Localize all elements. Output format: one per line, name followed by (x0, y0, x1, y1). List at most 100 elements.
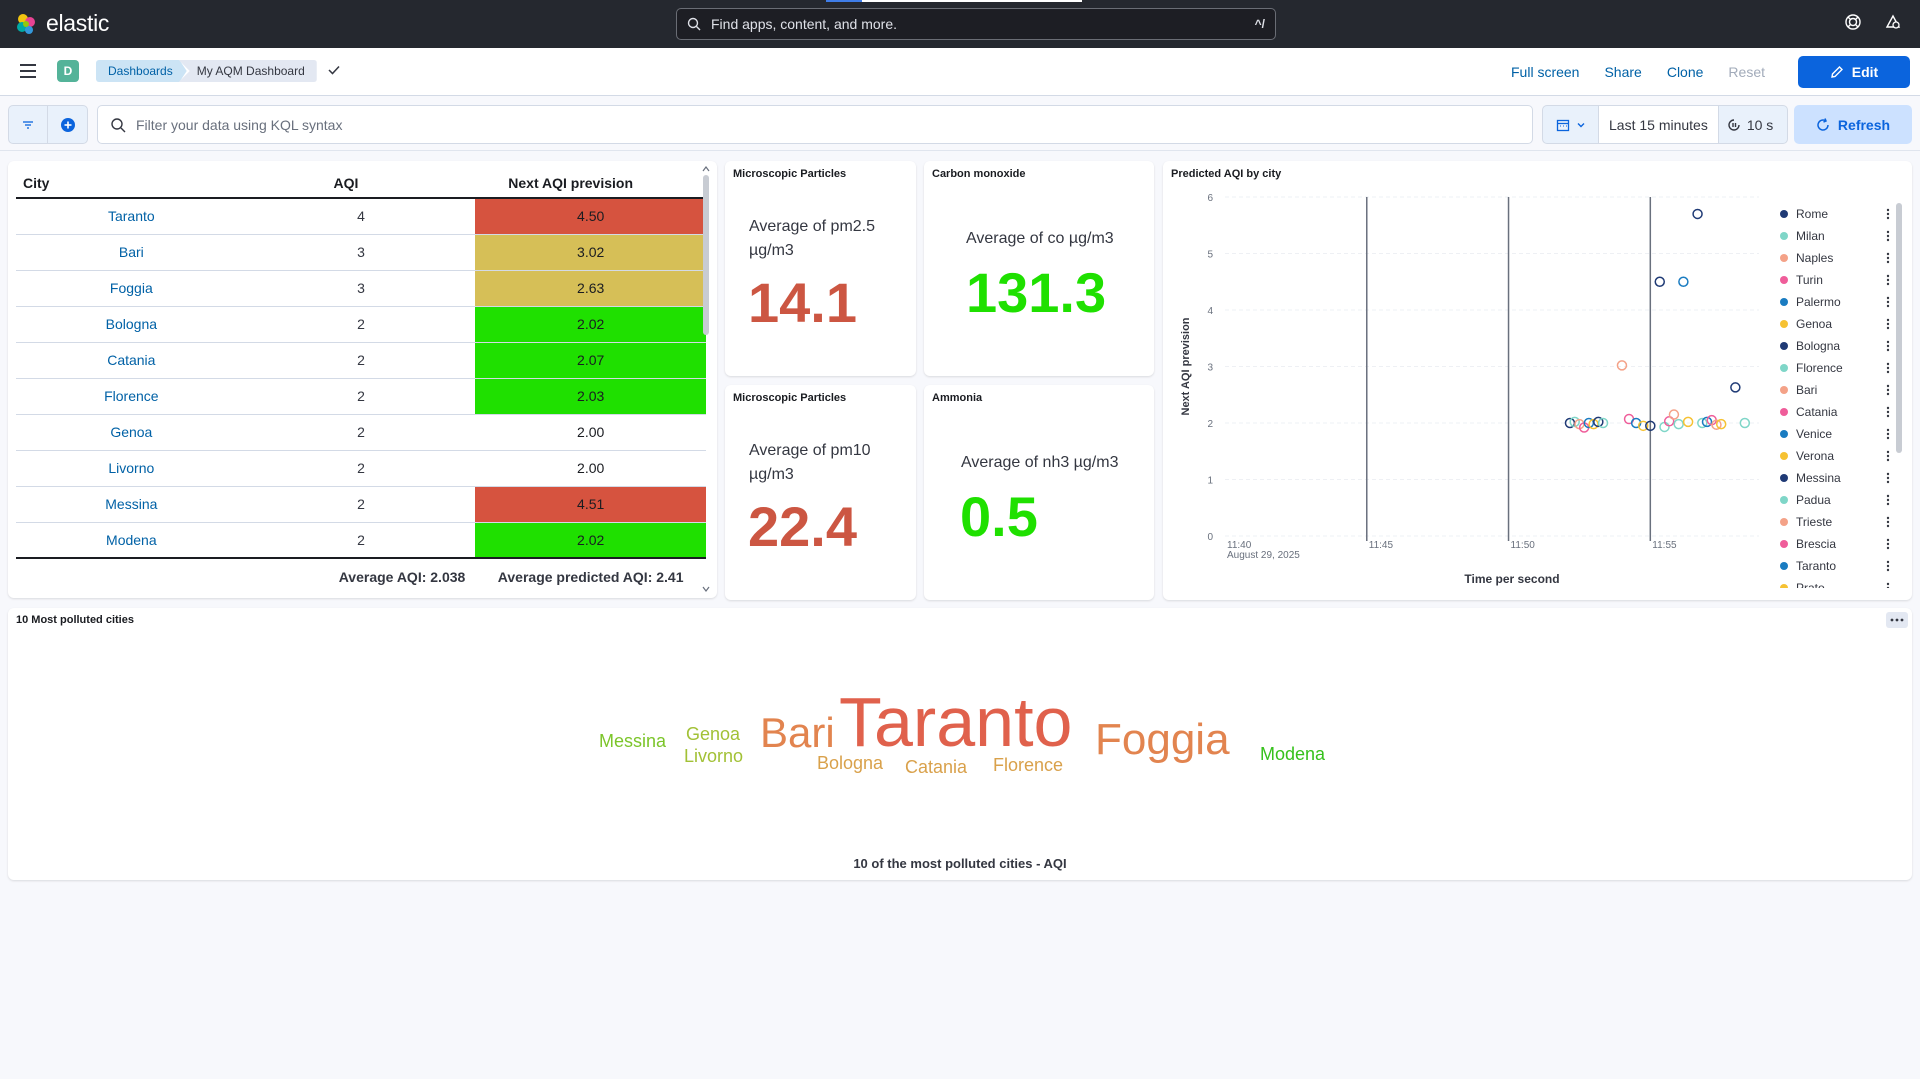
legend-item[interactable]: Prato (1780, 577, 1890, 588)
refresh-interval[interactable]: 10 s (1719, 117, 1781, 133)
scatter-point (1616, 360, 1628, 371)
time-range-display[interactable]: Last 15 minutes (1599, 106, 1719, 143)
legend-item[interactable]: Florence (1780, 357, 1890, 379)
legend-options-icon[interactable] (1886, 494, 1890, 506)
legend-item[interactable]: Bologna (1780, 335, 1890, 357)
legend-options-icon[interactable] (1886, 472, 1890, 484)
legend-options-icon[interactable] (1886, 450, 1890, 462)
legend-item[interactable]: Taranto (1780, 555, 1890, 577)
scatter-panel: Predicted AQI by city 0 1 2 3 4 5 6 11:40 11:45 1… (1163, 161, 1912, 600)
cloud-word[interactable]: Bologna (817, 754, 883, 772)
legend-label: Milan (1796, 229, 1825, 243)
legend-item[interactable]: Bari (1780, 379, 1890, 401)
legend-item[interactable]: Verona (1780, 445, 1890, 467)
breadcrumb-dashboards[interactable]: Dashboards (96, 60, 187, 82)
legend-options-icon[interactable] (1886, 296, 1890, 308)
newsfeed-icon[interactable] (1884, 13, 1902, 31)
metric-value: 14.1 (748, 271, 857, 334)
refresh-button[interactable]: Refresh (1794, 105, 1912, 144)
legend-options-icon[interactable] (1886, 208, 1890, 220)
city-link[interactable]: Messina (16, 486, 247, 523)
legend-item[interactable]: Venice (1780, 423, 1890, 445)
legend-options-icon[interactable] (1886, 362, 1890, 374)
legend-item[interactable]: Brescia (1780, 533, 1890, 555)
average-predicted-aqi: Average predicted AQI: 2.41 (475, 557, 706, 594)
legend-options-icon[interactable] (1886, 340, 1890, 352)
plus-circle-icon (60, 117, 75, 132)
scroll-down-icon[interactable] (702, 586, 710, 592)
city-link[interactable]: Taranto (16, 198, 247, 235)
legend-options-icon[interactable] (1886, 318, 1890, 330)
cloud-word[interactable]: Florence (993, 756, 1063, 774)
city-link[interactable]: Livorno (16, 450, 247, 487)
legend-options-icon[interactable] (1886, 582, 1890, 588)
global-search-input[interactable]: Find apps, content, and more. ^/ (676, 8, 1276, 40)
cloud-word[interactable]: Messina (599, 732, 666, 750)
column-header-aqi[interactable]: AQI (246, 168, 476, 199)
full-screen-button[interactable]: Full screen (1511, 64, 1579, 80)
metric-panel-pm10: Microscopic Particles Average of pm10 µg… (725, 385, 916, 600)
edit-button[interactable]: Edit (1798, 56, 1910, 88)
legend-dot-icon (1780, 496, 1788, 504)
quick-select-button[interactable] (1543, 106, 1599, 143)
legend-item[interactable]: Genoa (1780, 313, 1890, 335)
cloud-word[interactable]: Modena (1260, 745, 1325, 763)
legend-item[interactable]: Palermo (1780, 291, 1890, 313)
legend-options-icon[interactable] (1886, 516, 1890, 528)
table-scrollbar[interactable] (703, 175, 709, 335)
legend-options-icon[interactable] (1886, 560, 1890, 572)
next-aqi-cell: 2.63 (475, 270, 706, 307)
query-bar: Filter your data using KQL syntax Last 1… (0, 97, 1920, 151)
legend-dot-icon (1780, 210, 1788, 218)
cloud-word[interactable]: Genoa (686, 725, 740, 743)
scroll-up-icon[interactable] (702, 166, 710, 172)
share-button[interactable]: Share (1604, 64, 1641, 80)
city-link[interactable]: Foggia (16, 270, 247, 307)
legend-item[interactable]: Catania (1780, 401, 1890, 423)
column-header-city[interactable]: City (16, 168, 247, 199)
table-row: Genoa 2 2.00 (16, 414, 706, 451)
city-link[interactable]: Bologna (16, 306, 247, 343)
kql-search-input[interactable]: Filter your data using KQL syntax (97, 105, 1533, 144)
city-link[interactable]: Bari (16, 234, 247, 271)
metric-panel-pm25: Microscopic Particles Average of pm2.5 µ… (725, 161, 916, 376)
filter-menu-button[interactable] (9, 106, 49, 143)
help-icon[interactable] (1844, 13, 1862, 31)
reset-button[interactable]: Reset (1728, 64, 1765, 80)
city-link[interactable]: Modena (16, 522, 247, 559)
legend-options-icon[interactable] (1886, 274, 1890, 286)
legend-label: Padua (1796, 493, 1831, 507)
legend-item[interactable]: Padua (1780, 489, 1890, 511)
city-link[interactable]: Catania (16, 342, 247, 379)
clone-button[interactable]: Clone (1667, 64, 1704, 80)
column-header-next[interactable]: Next AQI prevision (475, 168, 706, 199)
cloud-word[interactable]: Foggia (1095, 718, 1230, 762)
city-link[interactable]: Genoa (16, 414, 247, 451)
cloud-word[interactable]: Livorno (684, 747, 743, 765)
legend-item[interactable]: Milan (1780, 225, 1890, 247)
add-filter-button[interactable] (48, 106, 87, 143)
city-link[interactable]: Florence (16, 378, 247, 415)
legend-item[interactable]: Rome (1780, 203, 1890, 225)
legend-options-icon[interactable] (1886, 230, 1890, 242)
legend-options-icon[interactable] (1886, 406, 1890, 418)
cloud-word[interactable]: Catania (905, 758, 967, 776)
legend-dot-icon (1780, 364, 1788, 372)
legend-options-icon[interactable] (1886, 384, 1890, 396)
legend-scrollbar[interactable] (1896, 203, 1902, 453)
check-icon (328, 65, 340, 75)
menu-icon[interactable] (20, 64, 36, 78)
legend-options-icon[interactable] (1886, 538, 1890, 550)
legend-item[interactable]: Naples (1780, 247, 1890, 269)
space-avatar[interactable]: D (57, 60, 79, 82)
legend-item[interactable]: Turin (1780, 269, 1890, 291)
legend-item[interactable]: Messina (1780, 467, 1890, 489)
cloud-word[interactable]: Taranto (839, 687, 1072, 757)
metric-label: Average of pm2.5 µg/m3 (749, 218, 876, 259)
legend-options-icon[interactable] (1886, 252, 1890, 264)
legend-item[interactable]: Trieste (1780, 511, 1890, 533)
cloud-word[interactable]: Bari (760, 712, 835, 754)
table-row: Bologna 2 2.02 (16, 306, 706, 343)
elastic-logo[interactable]: elastic (14, 10, 109, 37)
legend-options-icon[interactable] (1886, 428, 1890, 440)
